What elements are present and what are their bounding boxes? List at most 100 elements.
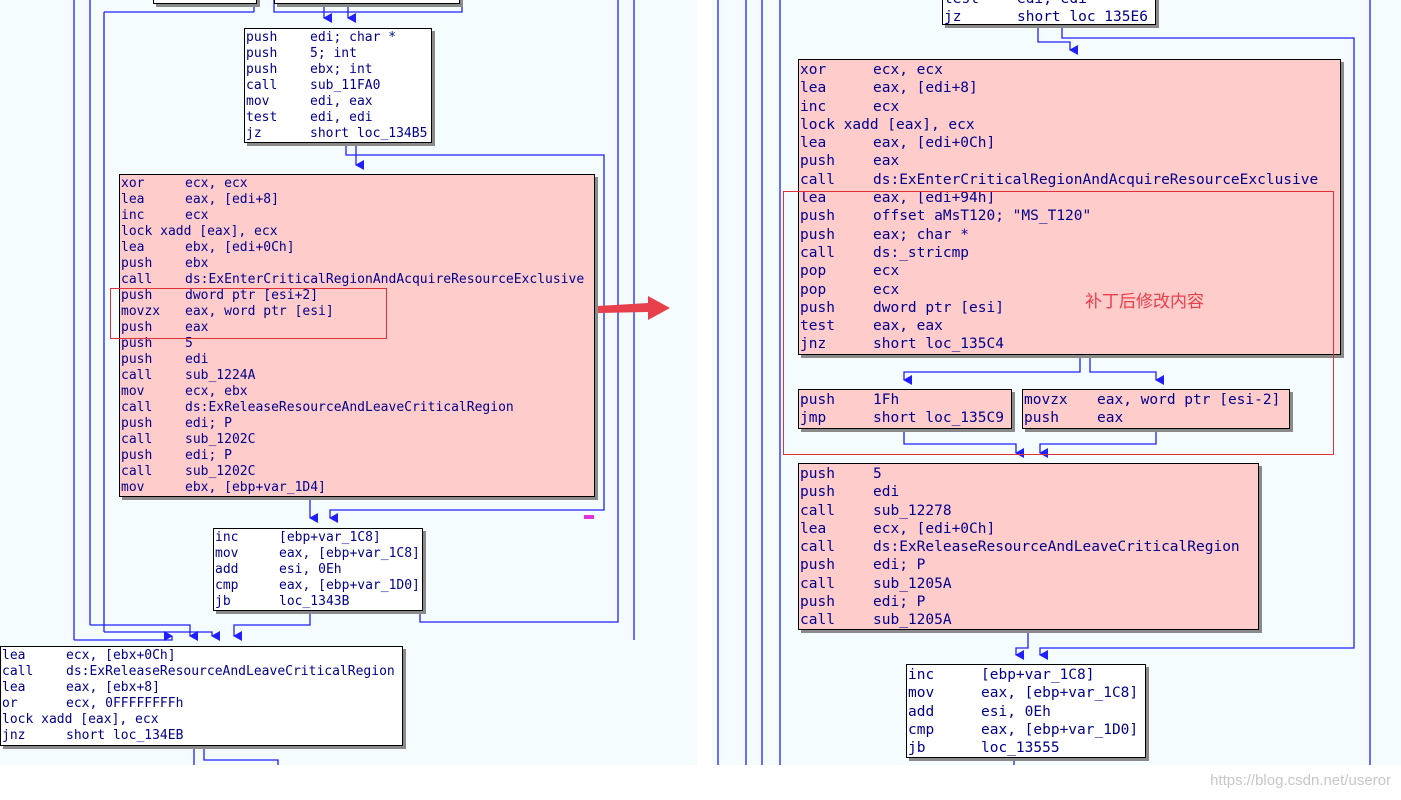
asm-line[interactable]: inc [ebp+var_1C8] [215,530,422,546]
asm-line[interactable]: push edi; P [121,416,594,432]
asm-line[interactable]: call ds:ExReleaseResourceAndLeaveCritical… [800,538,1258,556]
asm-mnemonic: add [215,562,239,577]
asm-line[interactable]: call sub_11FA0 [246,78,431,94]
asm-line[interactable]: jnz short loc_134EB [2,728,402,744]
asm-operands: edi, eax [310,94,373,109]
asm-line[interactable]: push edi; char * [246,30,431,46]
asm-mnemonic: lea [800,520,827,537]
right-edge-arrow [1015,630,1029,660]
asm-line[interactable]: call sub_12278 [800,502,1258,520]
asm-mnemonic: push [800,153,835,170]
asm-operands: ds:ExReleaseResourceAndLeaveCriticalRegi… [66,664,395,679]
asm-mnemonic: or [2,696,18,711]
asm-line[interactable]: lock xadd [eax], ecx [2,712,402,728]
asm-operands: sub_1224A [185,368,256,383]
asm-line[interactable]: mov ebx, [ebp+var_1D4] [121,480,594,496]
asm-line[interactable]: call ds:ExEnterCriticalRegionAndAcquireRe… [800,171,1340,189]
asm-mnemonic: xor [800,62,827,78]
asm-line[interactable]: jb loc_1343B [215,594,422,610]
asm-line[interactable]: call sub_1224A [121,368,594,384]
left-top-stub-block[interactable] [274,0,460,4]
asm-line[interactable]: lea eax, [edi+8] [121,192,594,208]
right-block-test-jz[interactable]: testedi, edijzshort loc_135E6 [942,0,1156,25]
asm-line[interactable]: add esi, 0Eh [908,703,1145,721]
left-block-sub11fa0[interactable]: push edi; char * push 5; int push ebx; int cal… [244,28,432,143]
asm-line[interactable]: mov ecx, ebx [121,384,594,400]
asm-line[interactable]: push eax [800,152,1340,170]
asm-line[interactable]: call sub_1205A [800,611,1258,629]
asm-line[interactable]: jb loc_13555 [908,739,1145,757]
asm-mnemonic: test [246,110,278,125]
left-top-stub-block[interactable] [153,0,257,4]
asm-line[interactable]: jz short loc_135E6 [944,8,1155,25]
asm-line[interactable]: lock xadd [eax], ecx [121,224,594,240]
asm-operands: ecx [873,98,900,115]
asm-line[interactable]: call ds:ExReleaseResourceAndLeaveCritical… [121,400,594,416]
left-block-loop-check[interactable]: inc [ebp+var_1C8] mov eax, [ebp+var_1C8] add… [213,528,423,611]
asm-line[interactable]: call ds:ExEnterCriticalRegionAndAcquireRe… [121,272,594,288]
asm-mnemonic: inc [121,208,145,223]
left-block-release[interactable]: lea ecx, [ebx+0Ch] call ds:ExReleaseResourc… [0,646,403,746]
asm-mnemonic: call [800,539,835,556]
asm-line[interactable]: cmp eax, [ebp+var_1D0] [908,721,1145,739]
asm-line[interactable]: inc ecx [121,208,594,224]
asm-operands: eax, [edi+8] [873,80,978,97]
right-block-loop-check[interactable]: inc [ebp+var_1C8] mov eax, [ebp+var_1C8] add… [906,664,1146,758]
asm-operands: edi; char * [310,30,397,45]
asm-operands: ebx, [ebp+var_1D4] [185,480,326,495]
asm-line[interactable]: test edi, edi [246,110,431,126]
asm-line[interactable]: add esi, 0Eh [215,562,422,578]
asm-line[interactable]: xor ecx, ecx [800,61,1340,79]
asm-mnemonic: jz [944,9,962,25]
asm-line[interactable]: xor ecx, ecx [121,176,594,192]
asm-mnemonic: mov [121,384,145,399]
asm-operands: sub_1202C [185,432,256,447]
asm-line[interactable]: push edi; P [121,448,594,464]
asm-line[interactable]: push 5; int [246,46,431,62]
left-edge-arrow [233,610,311,641]
asm-operands: ds:ExEnterCriticalRegionAndAcquireResour… [185,272,585,287]
asm-line[interactable]: lea ebx, [edi+0Ch] [121,240,594,256]
asm-line[interactable]: lea ecx, [edi+0Ch] [800,520,1258,538]
asm-mnemonic: mov [908,685,935,702]
asm-line[interactable]: mov eax, [ebp+var_1C8] [908,684,1145,702]
asm-line[interactable]: call ds:ExReleaseResourceAndLeaveCritical… [2,664,402,680]
asm-mnemonic: push [800,466,835,482]
asm-line[interactable]: mov edi, eax [246,94,431,110]
asm-line[interactable]: testedi, edi [944,0,1155,8]
asm-line[interactable]: inc ecx [800,98,1340,116]
left-edge-arrow [90,624,198,641]
asm-mnemonic: cmp [908,721,935,738]
asm-line[interactable]: call sub_1202C [121,432,594,448]
asm-line[interactable]: lea eax, [edi+0Ch] [800,134,1340,152]
asm-operands: ebx; int [310,62,373,77]
asm-operands: [ebp+var_1C8] [279,530,381,545]
asm-line[interactable]: push 5 [800,465,1258,483]
asm-line[interactable]: push edi [800,483,1258,501]
left-edge-line [203,746,279,765]
asm-line[interactable]: cmp eax, [ebp+var_1D0] [215,578,422,594]
asm-line[interactable]: lea eax, [edi+8] [800,79,1340,97]
right-edge-arrow [1037,24,1078,55]
asm-line[interactable]: call sub_1205A [800,575,1258,593]
asm-line[interactable]: push edi; P [800,593,1258,611]
asm-operands: [ebp+var_1C8] [981,667,1095,683]
asm-line[interactable]: push ebx [121,256,594,272]
asm-line[interactable]: mov eax, [ebp+var_1C8] [215,546,422,562]
asm-line[interactable]: lea eax, [ebx+8] [2,680,402,696]
asm-line[interactable]: inc [ebp+var_1C8] [908,666,1145,684]
asm-operands: esi, 0Eh [981,703,1051,720]
asm-mnemonic: push [800,484,835,501]
asm-line[interactable]: push ebx; int [246,62,431,78]
right-block-release[interactable]: push 5 push edi call sub_12278 lea ecx, [edi+0C… [798,463,1259,630]
asm-operands: edi, edi [310,110,373,125]
asm-operands: edi; P [873,557,926,574]
asm-line[interactable]: lock xadd [eax], ecx [800,116,1340,134]
asm-line[interactable]: push edi [121,352,594,368]
asm-line[interactable]: or ecx, 0FFFFFFFFh [2,696,402,712]
asm-operands: ecx, [ebx+0Ch] [66,648,176,663]
asm-line[interactable]: lea ecx, [ebx+0Ch] [2,648,402,664]
asm-line[interactable]: push edi; P [800,556,1258,574]
asm-line[interactable]: jz short loc_134B5 [246,126,431,142]
asm-line[interactable]: call sub_1202C [121,464,594,480]
